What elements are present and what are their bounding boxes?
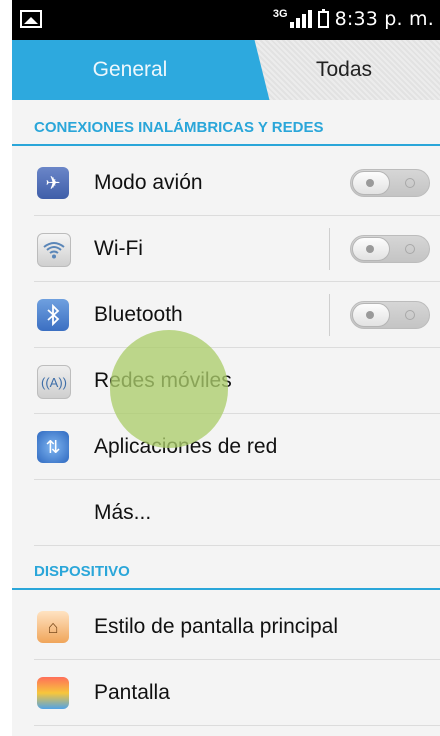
toggle-knob: [352, 237, 390, 261]
wifi-icon: [37, 233, 71, 267]
wifi-toggle[interactable]: [350, 235, 430, 263]
setting-more[interactable]: Más...: [12, 480, 440, 546]
setting-label: Modo avión: [94, 171, 203, 194]
bluetooth-icon: [37, 299, 69, 331]
setting-display[interactable]: Pantalla: [12, 660, 440, 726]
setting-mobile-networks[interactable]: ((A)) Redes móviles: [12, 348, 440, 414]
network-type: 3G: [272, 8, 288, 20]
status-bar: 3G 8:33 p. m.: [12, 0, 440, 40]
battery-icon: [317, 8, 329, 28]
toggle-knob: [352, 303, 390, 327]
bluetooth-glyph: [47, 304, 60, 326]
airplane-icon: ✈: [37, 167, 69, 199]
screen: 3G 8:33 p. m. Todas General CONEXIONES I…: [12, 0, 440, 736]
bluetooth-toggle[interactable]: [350, 301, 430, 329]
toggle-off-indicator: [405, 244, 415, 254]
tab-general[interactable]: General: [12, 40, 248, 100]
image-notification-icon: [20, 10, 42, 28]
setting-bluetooth[interactable]: Bluetooth: [12, 282, 440, 348]
clock: 8:33 p. m.: [334, 8, 434, 30]
toggle-knob: [352, 171, 390, 195]
toggle-off-indicator: [405, 178, 415, 188]
setting-label: Estilo de pantalla principal: [94, 615, 338, 638]
tab-todas-label: Todas: [315, 58, 373, 81]
divider: [329, 228, 330, 270]
tab-bar: Todas General: [12, 40, 440, 100]
setting-label: Pantalla: [94, 681, 170, 704]
setting-label: Aplicaciones de red: [94, 435, 278, 458]
section-header-wireless: CONEXIONES INALÁMBRICAS Y REDES: [12, 110, 440, 146]
status-right-cluster: 3G 8:33 p. m.: [273, 8, 434, 30]
setting-label: Redes móviles: [94, 369, 232, 392]
wifi-glyph: [43, 242, 65, 259]
tab-todas[interactable]: Todas: [248, 40, 440, 100]
home-icon: ⌂: [37, 611, 69, 643]
display-icon: [37, 677, 69, 709]
setting-label: Más...: [94, 501, 152, 524]
setting-network-apps[interactable]: ⇅ Aplicaciones de red: [12, 414, 440, 480]
divider: [329, 294, 330, 336]
network-apps-icon: ⇅: [37, 431, 69, 463]
tab-general-label: General: [92, 58, 168, 81]
section-header-device: DISPOSITIVO: [12, 554, 440, 590]
signal-icon: [289, 10, 312, 28]
setting-airplane-mode[interactable]: ✈ Modo avión: [12, 150, 440, 216]
mobile-network-icon: ((A)): [37, 365, 71, 399]
airplane-mode-toggle[interactable]: [350, 169, 430, 197]
toggle-off-indicator: [405, 310, 415, 320]
setting-label: Wi-Fi: [94, 237, 143, 260]
setting-home-style[interactable]: ⌂ Estilo de pantalla principal: [12, 594, 440, 660]
setting-wifi[interactable]: Wi-Fi: [12, 216, 440, 282]
setting-label: Bluetooth: [94, 303, 183, 326]
